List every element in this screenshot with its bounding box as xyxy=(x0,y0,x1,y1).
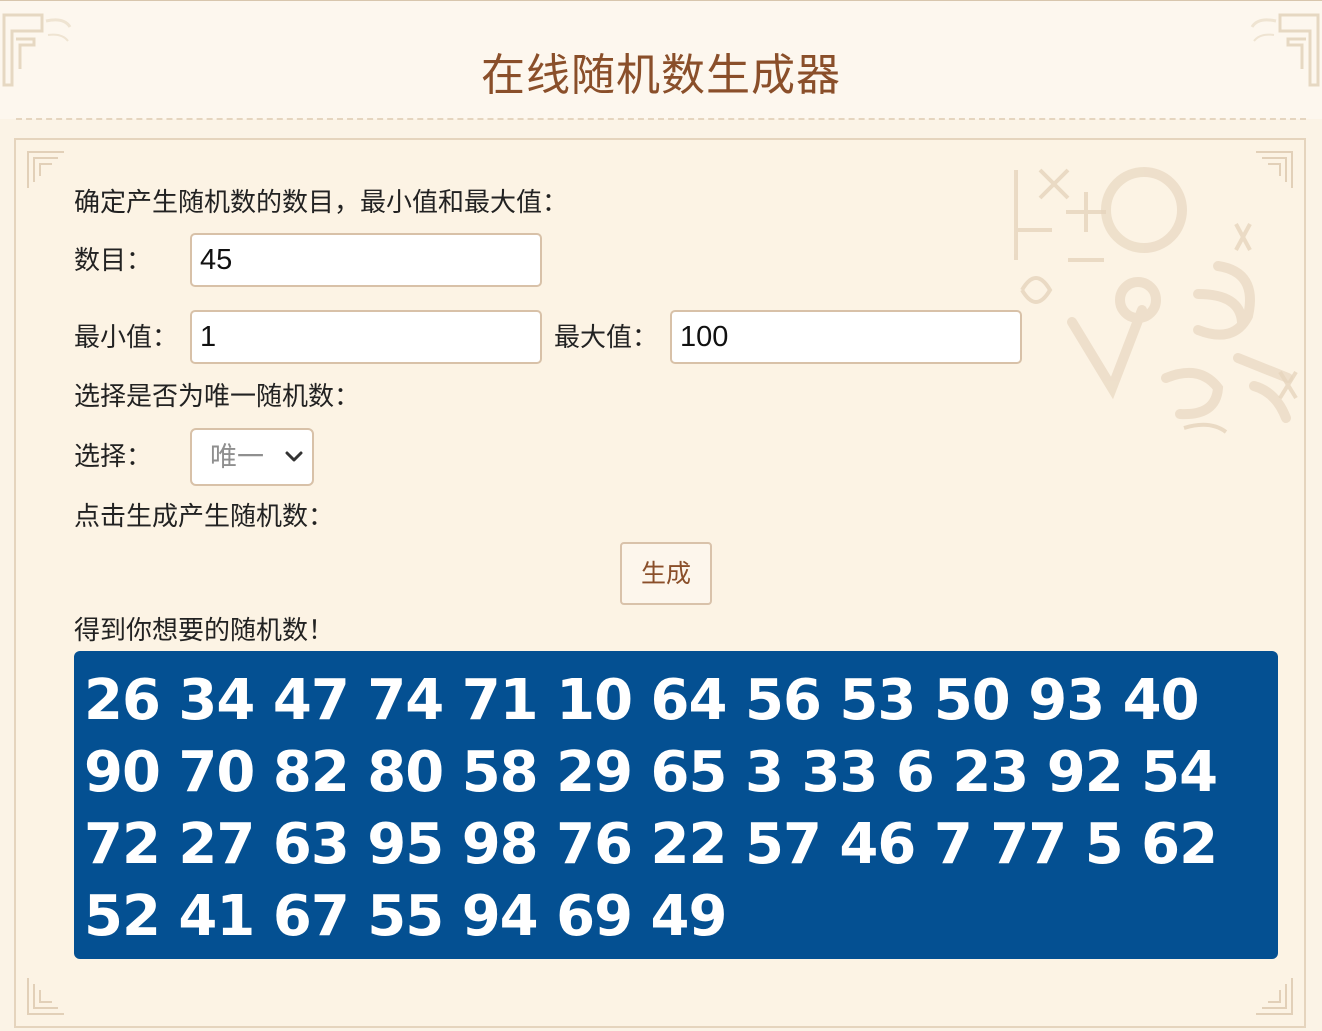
title-divider xyxy=(16,118,1306,120)
page-title: 在线随机数生成器 xyxy=(481,50,841,101)
generate-button[interactable]: 生成 xyxy=(620,542,712,605)
page: 在线随机数生成器 确定产生随机数的数目，最小值和最大值： 数目： 45 最小值：… xyxy=(0,0,1322,1031)
corner-ornament-icon xyxy=(1256,978,1293,1015)
result-box: 26 34 47 74 71 10 64 56 53 50 93 40 90 7… xyxy=(74,651,1278,959)
header: 在线随机数生成器 xyxy=(0,1,1322,120)
count-label: 数目： xyxy=(74,246,153,276)
result-label: 得到你想要的随机数！ xyxy=(74,616,335,646)
max-label: 最大值： xyxy=(554,323,659,353)
count-input[interactable] xyxy=(190,233,542,287)
generate-prompt: 点击生成产生随机数： xyxy=(74,502,335,532)
max-input[interactable] xyxy=(670,310,1022,364)
select-value: 唯一 xyxy=(210,442,264,473)
min-label: 最小值： xyxy=(74,323,179,353)
min-input[interactable] xyxy=(190,310,542,364)
chevron-down-icon xyxy=(285,451,303,462)
unique-prompt: 选择是否为唯一随机数： xyxy=(74,382,361,412)
intro-label: 确定产生随机数的数目，最小值和最大值： xyxy=(74,188,569,218)
unique-select[interactable]: 唯一 xyxy=(190,428,314,486)
select-label: 选择： xyxy=(74,442,153,472)
random-numbers-output: 26 34 47 74 71 10 64 56 53 50 93 40 90 7… xyxy=(84,668,1218,949)
math-decoration-icon xyxy=(1014,167,1298,434)
corner-ornament-icon xyxy=(27,978,64,1015)
corner-ornament-icon xyxy=(27,151,64,188)
